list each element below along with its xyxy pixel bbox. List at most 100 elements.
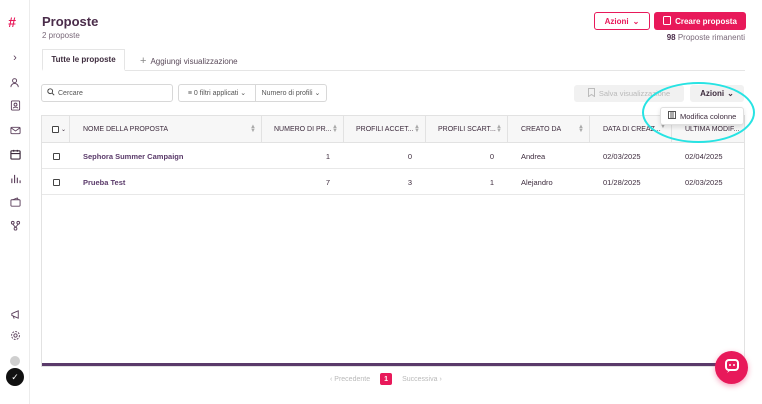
page-title: Proposte: [42, 14, 99, 29]
users-icon[interactable]: [9, 76, 21, 88]
proposals-table: ⌄ NOME DELLA PROPOSTA ▲ ▼ NUMERO DI PR...…: [41, 115, 745, 367]
remaining-label: Proposte rimanenti: [677, 33, 745, 42]
calendar-icon[interactable]: [9, 148, 21, 160]
user-avatar[interactable]: ✓: [6, 368, 24, 386]
columns-icon: [668, 111, 676, 121]
cell-rejected: 1: [489, 177, 494, 187]
remaining-count: 98: [666, 33, 676, 42]
sort-icon: ▲ ▼: [414, 124, 420, 134]
azioni-toolbar-button[interactable]: Azioni ⌄: [690, 85, 744, 102]
filter-icon: ≡: [187, 89, 192, 97]
tabs-divider: [42, 70, 745, 71]
column-header-accepted[interactable]: PROFILI ACCET... ▲ ▼: [344, 116, 426, 143]
column-label: PROFILI SCART...: [438, 126, 496, 133]
cell-created: 01/28/2025: [603, 177, 641, 187]
sort-icon: ▲ ▼: [578, 124, 584, 134]
wallet-icon[interactable]: [9, 196, 21, 208]
plus-icon: +: [140, 55, 147, 67]
add-view-tab[interactable]: + Aggiungi visualizzazione: [140, 55, 238, 67]
horizontal-scrollbar[interactable]: [42, 363, 744, 366]
azioni-header-label: Azioni: [604, 16, 629, 26]
previous-label: Precedente: [334, 375, 371, 383]
chat-icon: [724, 358, 740, 378]
contact-card-icon[interactable]: [9, 99, 21, 111]
cell-number: 1: [325, 151, 330, 161]
remaining-proposals: 98 Proposte rimanenti: [667, 33, 745, 42]
column-header-creator[interactable]: CREATO DA ▲ ▼: [508, 116, 590, 143]
previous-page-button[interactable]: ‹ Precedente: [330, 376, 370, 383]
filters-label: 0 filtri applicati: [193, 89, 239, 97]
row-checkbox[interactable]: [53, 169, 60, 195]
add-view-label: Aggiungi visualizzazione: [150, 56, 238, 66]
bar-chart-icon[interactable]: [9, 172, 21, 184]
pagination: ‹ Precedente 1 Successiva ›: [330, 373, 442, 385]
app-logo[interactable]: #: [8, 14, 16, 30]
checkbox[interactable]: [52, 126, 59, 133]
proposal-name-link[interactable]: Sephora Summer Campaign: [83, 143, 183, 169]
cell-modified: 02/04/2025: [685, 151, 723, 161]
help-chat-button[interactable]: [715, 351, 748, 384]
edit-columns-label: Modifica colonne: [680, 111, 737, 121]
azioni-toolbar-label: Azioni: [700, 89, 725, 98]
next-page-button[interactable]: Successiva ›: [402, 376, 442, 383]
table-row[interactable]: Sephora Summer Campaign 1 0 0 Andrea 02/…: [42, 143, 744, 169]
sort-icon: ▲ ▼: [332, 124, 338, 134]
search-input[interactable]: Cercare: [41, 84, 173, 102]
save-view-label: Salva visualizzazione: [598, 89, 671, 98]
mail-icon[interactable]: [9, 124, 21, 136]
column-header-number[interactable]: NUMERO DI PR... ▲ ▼: [262, 116, 344, 143]
save-view-button[interactable]: Salva visualizzazione: [574, 85, 684, 102]
column-label: DATA DI CREAZ...: [603, 126, 661, 133]
table-header: ⌄ NOME DELLA PROPOSTA ▲ ▼ NUMERO DI PR...…: [42, 116, 744, 143]
column-label: PROFILI ACCET...: [356, 126, 414, 133]
profiles-filter-label: Numero di profili: [261, 89, 313, 97]
checkbox[interactable]: [53, 152, 60, 160]
create-proposal-button[interactable]: Creare proposta: [654, 12, 746, 30]
column-header-name[interactable]: NOME DELLA PROPOSTA ▲ ▼: [70, 116, 262, 143]
proposal-name-link[interactable]: Prueba Test: [83, 169, 125, 195]
user-avatar-small[interactable]: [10, 356, 20, 366]
azioni-header-button[interactable]: Azioni ⌄: [594, 12, 650, 30]
column-header-rejected[interactable]: PROFILI SCART... ▲ ▼: [426, 116, 508, 143]
column-label: NUMERO DI PR...: [274, 126, 332, 133]
cell-created: 02/03/2025: [603, 151, 641, 161]
megaphone-icon[interactable]: [9, 308, 21, 320]
sort-icon: ▼: [660, 124, 666, 130]
column-label: CREATO DA: [521, 126, 562, 133]
column-label: NOME DELLA PROPOSTA: [83, 126, 169, 133]
document-icon: [663, 15, 672, 27]
sort-icon: ▲ ▼: [250, 124, 256, 134]
chevron-right-icon[interactable]: ›: [9, 52, 21, 64]
cell-rejected: 0: [489, 151, 494, 161]
profiles-filter-button[interactable]: Numero di profili ⌄: [256, 84, 327, 102]
sidebar: # › ✓: [0, 0, 30, 404]
cell-accepted: 0: [407, 151, 412, 161]
cell-accepted: 3: [407, 177, 412, 187]
current-page[interactable]: 1: [380, 373, 393, 385]
column-label: ULTIMA MODIF...: [685, 126, 740, 133]
cell-creator: Andrea: [521, 151, 546, 161]
chevron-down-icon: ⌄: [61, 127, 67, 133]
chevron-down-icon: ⌄: [632, 16, 640, 26]
checkbox[interactable]: [53, 178, 60, 186]
filters-button[interactable]: ≡ 0 filtri applicati ⌄: [178, 84, 256, 102]
chevron-down-icon: ⌄: [240, 90, 247, 97]
next-label: Successiva: [402, 375, 438, 383]
chevron-down-icon: ⌄: [314, 90, 321, 97]
cell-modified: 02/03/2025: [685, 177, 723, 187]
select-all-checkbox[interactable]: ⌄: [42, 116, 70, 143]
bookmark-icon: [587, 88, 595, 99]
edit-columns-menu-item[interactable]: Modifica colonne: [660, 107, 744, 125]
cell-creator: Alejandro: [521, 177, 553, 187]
cell-number: 7: [325, 177, 330, 187]
row-checkbox[interactable]: [53, 143, 60, 169]
create-proposal-label: Creare proposta: [675, 16, 737, 26]
search-icon: [47, 88, 55, 98]
tab-all-proposals[interactable]: Tutte le proposte: [42, 49, 125, 71]
settings-icon[interactable]: [9, 329, 21, 341]
sort-icon: ▲ ▼: [496, 124, 502, 134]
chevron-down-icon: ⌄: [727, 89, 734, 98]
table-row[interactable]: Prueba Test 7 3 1 Alejandro 01/28/2025 0…: [42, 169, 744, 195]
proposal-count: 2 proposte: [42, 31, 80, 40]
network-icon[interactable]: [9, 219, 21, 231]
